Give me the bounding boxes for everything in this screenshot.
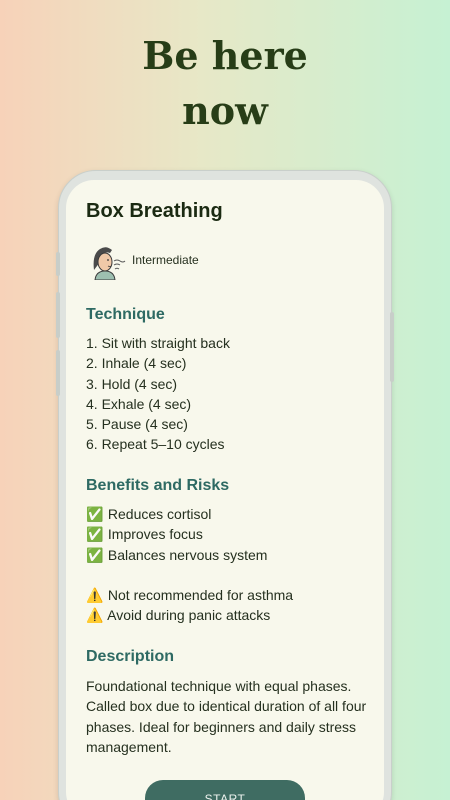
start-button[interactable]: START xyxy=(145,780,305,800)
phone-side-button xyxy=(56,252,60,276)
risk-item: ⚠️ Avoid during panic attacks xyxy=(86,605,293,625)
technique-step: 3. Hold (4 sec) xyxy=(86,375,178,392)
phone-power-button xyxy=(390,312,394,382)
description-text: Foundational technique with equal phases… xyxy=(86,678,367,755)
check-icon: ✅ xyxy=(86,506,104,522)
benefits-heading: Benefits and Risks xyxy=(86,477,230,494)
technique-steps: 1. Sit with straight back 2. Inhale (4 s… xyxy=(86,333,230,455)
breathing-person-icon xyxy=(93,247,126,280)
technique-step: 4. Exhale (4 sec) xyxy=(86,395,192,412)
risks-list: ⚠️ Not recommended for asthma ⚠️ Avoid d… xyxy=(86,585,293,626)
check-icon: ✅ xyxy=(86,526,104,543)
headline: Be here now xyxy=(0,28,450,138)
risk-item: ⚠️ Not recommended for asthma xyxy=(86,585,293,605)
phone-volume-up-button xyxy=(56,292,60,338)
level-row: Intermediate xyxy=(86,240,199,280)
check-icon: ✅ xyxy=(86,546,104,563)
warning-icon: ⚠️ xyxy=(86,607,104,624)
technique-step: 6. Repeat 5–10 cycles xyxy=(86,436,225,453)
app-screen: Box Breathing Intermediate Technique 1. … xyxy=(66,180,384,800)
warning-icon: ⚠️ xyxy=(86,587,104,603)
technique-heading: Technique xyxy=(86,306,165,323)
exercise-title: Box Breathing xyxy=(86,200,223,222)
difficulty-level: Intermediate xyxy=(132,253,199,267)
technique-step: 1. Sit with straight back xyxy=(86,335,230,351)
technique-step: 5. Pause (4 sec) xyxy=(86,416,188,433)
headline-line-2: now xyxy=(182,88,268,133)
benefits-list: ✅ Reduces cortisol ✅ Improves focus ✅ Ba… xyxy=(86,504,267,565)
benefit-item: ✅ Improves focus xyxy=(86,524,267,544)
phone-volume-down-button xyxy=(56,350,60,396)
description-heading: Description xyxy=(86,648,175,665)
benefit-item: ✅ Reduces cortisol xyxy=(86,504,267,524)
headline-line-1: Be here xyxy=(142,33,308,78)
benefit-item: ✅ Balances nervous system xyxy=(86,545,267,565)
technique-step: 2. Inhale (4 sec) xyxy=(86,355,187,372)
